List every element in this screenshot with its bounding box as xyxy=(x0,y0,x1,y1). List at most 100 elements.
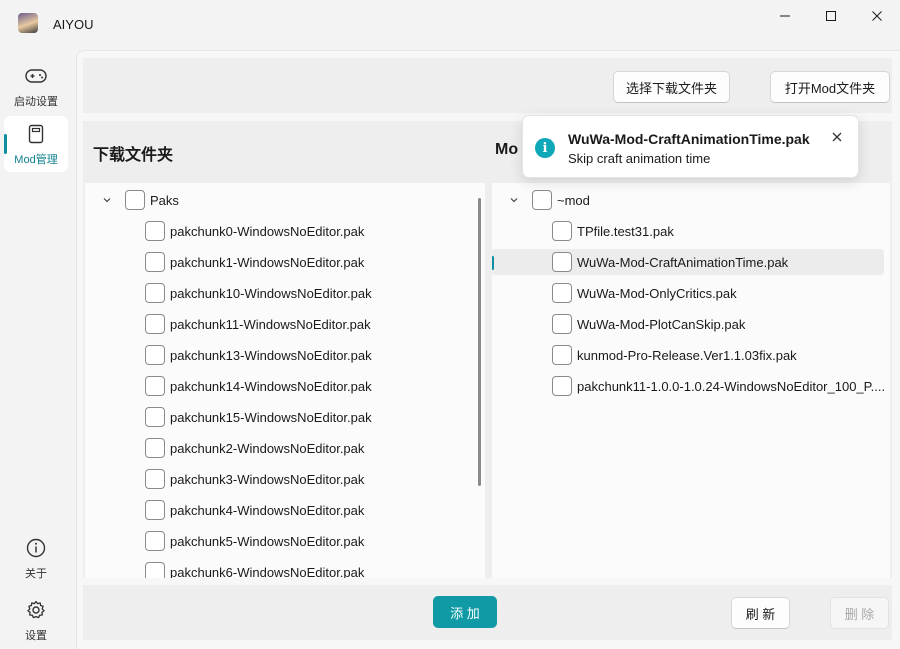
open-mod-folder-button[interactable]: 打开Mod文件夹 xyxy=(770,71,890,103)
download-folder-tree[interactable]: Paks pakchunk0-WindowsNoEditor.pak pakchu… xyxy=(85,183,485,578)
gamepad-icon xyxy=(25,66,47,86)
app-logo-icon xyxy=(18,13,38,33)
checkbox[interactable] xyxy=(145,531,165,551)
maximize-button[interactable] xyxy=(808,0,854,32)
selection-indicator xyxy=(492,256,494,270)
tree-item[interactable]: pakchunk3-WindowsNoEditor.pak xyxy=(85,466,475,492)
info-toast: i WuWa-Mod-CraftAnimationTime.pak Skip c… xyxy=(522,115,859,178)
nav-item-mod-manager[interactable]: Mod管理 xyxy=(4,116,68,172)
checkbox[interactable] xyxy=(552,376,572,396)
tree-item[interactable]: kunmod-Pro-Release.Ver1.1.03fix.pak xyxy=(492,342,884,368)
checkbox[interactable] xyxy=(145,345,165,365)
tree-root-mod[interactable]: ~mod xyxy=(492,187,884,213)
toast-message: Skip craft animation time xyxy=(568,151,711,166)
minimize-button[interactable] xyxy=(762,0,808,32)
checkbox[interactable] xyxy=(552,345,572,365)
tree-item-label: ~mod xyxy=(557,193,590,208)
tree-item-label: WuWa-Mod-CraftAnimationTime.pak xyxy=(577,255,789,270)
tree-item[interactable]: pakchunk2-WindowsNoEditor.pak xyxy=(85,435,475,461)
tree-item[interactable]: WuWa-Mod-CraftAnimationTime.pak xyxy=(492,249,884,275)
tree-item[interactable]: pakchunk14-WindowsNoEditor.pak xyxy=(85,373,475,399)
tree-item-label: pakchunk11-WindowsNoEditor.pak xyxy=(170,317,371,332)
minimize-icon xyxy=(780,15,790,17)
checkbox[interactable] xyxy=(552,283,572,303)
checkbox[interactable] xyxy=(145,283,165,303)
checkbox[interactable] xyxy=(552,314,572,334)
checkbox[interactable] xyxy=(145,562,165,578)
mod-folder-tree[interactable]: ~mod TPfile.test31.pak WuWa-Mod-CraftAnim… xyxy=(492,183,890,578)
book-icon xyxy=(25,124,47,144)
tree-item-label: pakchunk5-WindowsNoEditor.pak xyxy=(170,534,365,549)
chevron-down-icon[interactable] xyxy=(508,194,520,206)
gear-icon xyxy=(25,600,47,620)
info-icon: i xyxy=(535,138,555,158)
tree-item-label: pakchunk4-WindowsNoEditor.pak xyxy=(170,503,365,518)
mod-folder-title: Mo xyxy=(495,141,519,158)
close-icon xyxy=(872,11,882,21)
tree-item-label: pakchunk6-WindowsNoEditor.pak xyxy=(170,565,365,578)
tree-item-label: pakchunk13-WindowsNoEditor.pak xyxy=(170,348,372,363)
tree-item-label: pakchunk0-WindowsNoEditor.pak xyxy=(170,224,365,239)
tree-item-label: TPfile.test31.pak xyxy=(577,224,674,239)
checkbox[interactable] xyxy=(145,407,165,427)
close-icon xyxy=(832,132,842,142)
add-button[interactable]: 添 加 xyxy=(433,596,497,628)
nav-item-about[interactable]: 关于 xyxy=(4,530,68,586)
checkbox[interactable] xyxy=(145,376,165,396)
tree-item[interactable]: pakchunk6-WindowsNoEditor.pak xyxy=(85,559,475,578)
tree-item-label: pakchunk11-1.0.0-1.0.24-WindowsNoEditor_… xyxy=(577,379,886,394)
delete-button[interactable]: 删 除 xyxy=(830,597,889,629)
tree-item-label: pakchunk2-WindowsNoEditor.pak xyxy=(170,441,365,456)
tree-item-label: pakchunk15-WindowsNoEditor.pak xyxy=(170,410,372,425)
checkbox[interactable] xyxy=(145,438,165,458)
chevron-down-icon[interactable] xyxy=(101,194,113,206)
tree-root-paks[interactable]: Paks xyxy=(85,187,475,213)
app-title: AIYOU xyxy=(53,17,94,32)
tree-item[interactable]: WuWa-Mod-PlotCanSkip.pak xyxy=(492,311,884,337)
toast-title: WuWa-Mod-CraftAnimationTime.pak xyxy=(568,131,810,147)
checkbox[interactable] xyxy=(145,252,165,272)
nav-label: Mod管理 xyxy=(14,154,58,166)
nav-label: 关于 xyxy=(25,568,47,580)
tree-item-label: pakchunk14-WindowsNoEditor.pak xyxy=(170,379,372,394)
checkbox[interactable] xyxy=(125,190,145,210)
tree-item-label: pakchunk10-WindowsNoEditor.pak xyxy=(170,286,372,301)
tree-item[interactable]: pakchunk5-WindowsNoEditor.pak xyxy=(85,528,475,554)
tree-item-label: WuWa-Mod-PlotCanSkip.pak xyxy=(577,317,746,332)
tree-item[interactable]: pakchunk15-WindowsNoEditor.pak xyxy=(85,404,475,430)
tree-item[interactable]: pakchunk0-WindowsNoEditor.pak xyxy=(85,218,475,244)
checkbox[interactable] xyxy=(145,500,165,520)
tree-item[interactable]: pakchunk1-WindowsNoEditor.pak xyxy=(85,249,475,275)
select-download-folder-button[interactable]: 选择下载文件夹 xyxy=(613,71,730,103)
info-icon xyxy=(25,538,47,558)
tree-item-label: pakchunk3-WindowsNoEditor.pak xyxy=(170,472,365,487)
nav-item-launch-settings[interactable]: 启动设置 xyxy=(4,58,68,114)
refresh-button[interactable]: 刷 新 xyxy=(731,597,790,629)
download-folder-title: 下载文件夹 xyxy=(93,147,174,164)
tree-item-label: kunmod-Pro-Release.Ver1.1.03fix.pak xyxy=(577,348,797,363)
title-bar: AIYOU xyxy=(0,0,900,46)
tree-item[interactable]: pakchunk11-WindowsNoEditor.pak xyxy=(85,311,475,337)
tree-item[interactable]: pakchunk13-WindowsNoEditor.pak xyxy=(85,342,475,368)
tree-item[interactable]: pakchunk4-WindowsNoEditor.pak xyxy=(85,497,475,523)
maximize-icon xyxy=(826,11,836,21)
checkbox[interactable] xyxy=(532,190,552,210)
checkbox[interactable] xyxy=(145,469,165,489)
toast-close-button[interactable] xyxy=(829,129,845,145)
checkbox[interactable] xyxy=(145,314,165,334)
checkbox[interactable] xyxy=(145,221,165,241)
tree-item[interactable]: pakchunk10-WindowsNoEditor.pak xyxy=(85,280,475,306)
checkbox[interactable] xyxy=(552,252,572,272)
tree-item-label: Paks xyxy=(150,193,179,208)
tree-item[interactable]: WuWa-Mod-OnlyCritics.pak xyxy=(492,280,884,306)
nav-label: 设置 xyxy=(25,630,47,642)
scrollbar[interactable] xyxy=(478,198,481,486)
tree-item[interactable]: TPfile.test31.pak xyxy=(492,218,884,244)
nav-item-settings[interactable]: 设置 xyxy=(4,592,68,648)
nav-label: 启动设置 xyxy=(14,96,58,108)
tree-item[interactable]: pakchunk11-1.0.0-1.0.24-WindowsNoEditor_… xyxy=(492,373,886,399)
tree-item-label: pakchunk1-WindowsNoEditor.pak xyxy=(170,255,365,270)
checkbox[interactable] xyxy=(552,221,572,241)
close-window-button[interactable] xyxy=(854,0,900,32)
tree-item-label: WuWa-Mod-OnlyCritics.pak xyxy=(577,286,737,301)
